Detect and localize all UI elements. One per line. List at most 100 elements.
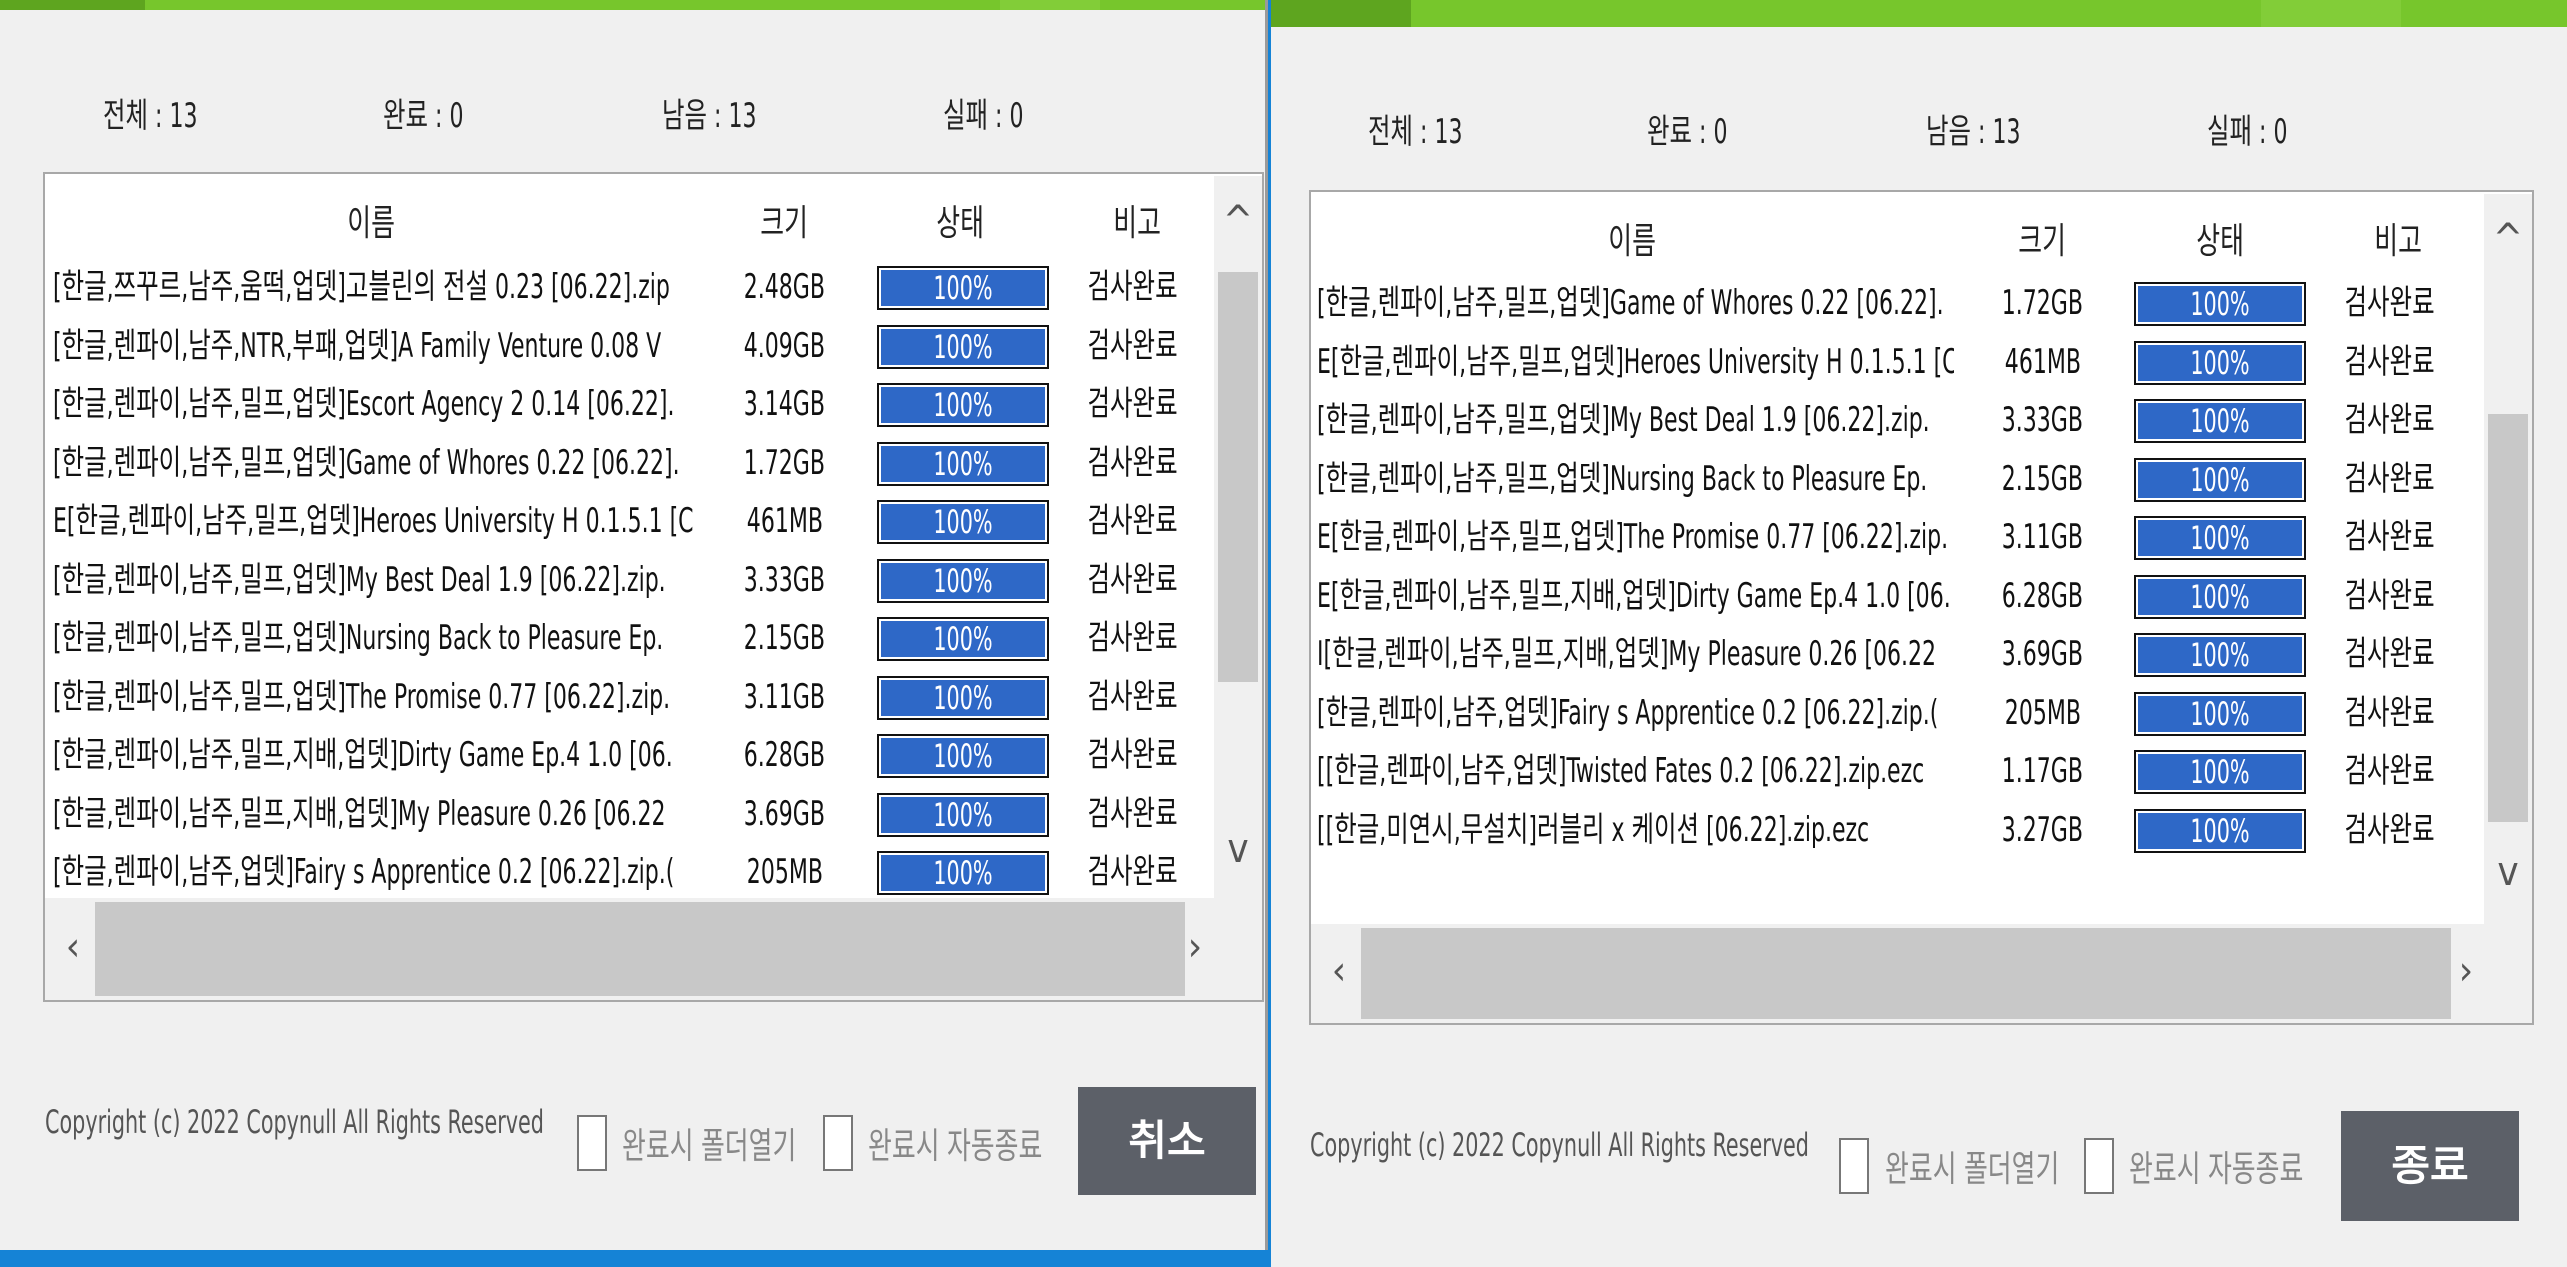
horizontal-scrollbar[interactable]: ‹ › <box>1311 924 2532 1023</box>
progress-percent: 100% <box>933 327 993 366</box>
file-row[interactable]: [[한글,렌파이,남주,업뎃]Twisted Fates 0.2 [06.22]… <box>1311 742 2484 800</box>
file-note: 검사완료 <box>2344 400 2435 440</box>
title-bar[interactable] <box>1271 0 2567 27</box>
file-row[interactable]: [한글,렌파이,남주,밀프,업뎃]Nursing Back to Pleasur… <box>45 609 1214 667</box>
column-header-size[interactable]: 크기 <box>697 194 872 246</box>
vertical-scroll-thumb[interactable] <box>1218 272 1258 682</box>
file-row[interactable]: E[한글,렌파이,남주,밀프,업뎃]Heroes University H 0.… <box>1311 333 2484 391</box>
progress-bar: 100% <box>2134 340 2306 385</box>
file-size: 2.15GB <box>743 618 826 658</box>
chevron-right-icon[interactable]: › <box>2446 948 2486 994</box>
file-row[interactable]: [한글,렌파이,남주,업뎃]Fairy s Apprentice 0.2 [06… <box>45 843 1214 901</box>
file-row[interactable]: [한글,렌파이,남주,NTR,부패,업뎃]A Family Venture 0.… <box>45 317 1214 375</box>
file-row[interactable]: [한글,렌파이,남주,밀프,업뎃]My Best Deal 1.9 [06.22… <box>1311 391 2484 449</box>
auto-exit-checkbox[interactable] <box>2084 1138 2114 1194</box>
progress-percent: 100% <box>2190 402 2250 440</box>
progress-percent: 100% <box>2190 811 2250 850</box>
file-row[interactable]: [한글,렌파이,남주,밀프,업뎃]Nursing Back to Pleasur… <box>1311 450 2484 508</box>
file-size: 3.33GB <box>743 559 826 600</box>
open-folder-checkbox[interactable] <box>577 1115 607 1171</box>
title-bar[interactable] <box>0 0 1265 10</box>
stat-failed: 실패 : 0 <box>2207 112 2288 152</box>
open-folder-label[interactable]: 완료시 폴더열기 <box>1885 1140 2059 1192</box>
file-note: 검사완료 <box>2344 341 2435 382</box>
progress-bar: 100% <box>2134 516 2306 560</box>
progress-bar: 100% <box>877 851 1049 895</box>
column-header-size[interactable]: 크기 <box>1954 212 2131 264</box>
vertical-scrollbar[interactable]: ^ v <box>1214 176 1262 898</box>
stat-remaining: 남음 : 13 <box>1926 112 2021 152</box>
auto-exit-label[interactable]: 완료시 자동종료 <box>868 1117 1042 1169</box>
file-size: 2.15GB <box>2001 458 2084 499</box>
chevron-down-icon[interactable]: v <box>1214 826 1262 872</box>
file-name: [한글,렌파이,남주,밀프,업뎃]Game of Whores 0.22 [06… <box>53 442 680 483</box>
desktop-background <box>0 1250 1268 1267</box>
progress-percent: 100% <box>933 737 993 775</box>
file-row[interactable]: [[한글,미연시,무설치]러블리 x 케이션 [06.22].zip.ezc 3.… <box>1311 801 2484 859</box>
file-name: [한글,렌파이,남주,밀프,업뎃]My Best Deal 1.9 [06.22… <box>1317 400 1930 440</box>
open-folder-label[interactable]: 완료시 폴더열기 <box>622 1117 796 1169</box>
chevron-down-icon[interactable]: v <box>2484 849 2532 895</box>
chevron-left-icon[interactable]: ‹ <box>1319 948 1359 994</box>
chevron-up-icon[interactable]: ^ <box>1214 198 1262 244</box>
file-row[interactable]: [한글,렌파이,남주,밀프,지배,업뎃]Dirty Game Ep.4 1.0 … <box>45 726 1214 784</box>
close-button[interactable]: 종료 <box>2341 1111 2519 1221</box>
file-row[interactable]: [한글,렌파이,남주,밀프,업뎃]The Promise 0.77 [06.22… <box>45 668 1214 726</box>
file-row[interactable]: E[한글,렌파이,남주,밀프,업뎃]Heroes University H 0.… <box>45 492 1214 550</box>
stat-total: 전체 : 13 <box>103 96 198 136</box>
file-name: [한글,렌파이,남주,밀프,지배,업뎃]My Pleasure 0.26 [06… <box>53 793 666 834</box>
file-name: [[한글,렌파이,남주,업뎃]Twisted Fates 0.2 [06.22]… <box>1317 751 1925 791</box>
file-row[interactable]: I[한글,렌파이,남주,밀프,지배,업뎃]My Pleasure 0.26 [0… <box>1311 625 2484 683</box>
horizontal-scroll-thumb[interactable] <box>1361 928 2451 1019</box>
file-row[interactable]: [한글,렌파이,남주,밀프,업뎃]My Best Deal 1.9 [06.22… <box>45 551 1214 609</box>
file-note: 검사완료 <box>2344 517 2435 557</box>
progress-bar: 100% <box>877 617 1049 661</box>
column-header-status[interactable]: 상태 <box>872 194 1049 246</box>
auto-exit-checkbox[interactable] <box>823 1115 853 1171</box>
stat-remaining: 남음 : 13 <box>662 96 757 136</box>
column-header-name[interactable]: 이름 <box>1311 212 1954 264</box>
file-note: 검사완료 <box>1087 559 1178 600</box>
file-row[interactable]: E[한글,렌파이,남주,밀프,지배,업뎃]Dirty Game Ep.4 1.0… <box>1311 567 2484 625</box>
chevron-up-icon[interactable]: ^ <box>2484 216 2532 262</box>
cancel-button[interactable]: 취소 <box>1078 1087 1256 1195</box>
file-note: 검사완료 <box>2344 575 2435 616</box>
vertical-scroll-thumb[interactable] <box>2488 414 2528 822</box>
progress-bar: 100% <box>877 500 1049 544</box>
file-note: 검사완료 <box>2344 809 2435 850</box>
file-row[interactable]: E[한글,렌파이,남주,밀프,업뎃]The Promise 0.77 [06.2… <box>1311 508 2484 566</box>
file-note: 검사완료 <box>2344 458 2435 499</box>
column-header-note[interactable]: 비고 <box>1049 194 1226 246</box>
file-list[interactable]: 이름 크기 상태 비고 [한글,렌파이,남주,밀프,업뎃]Game of Who… <box>1309 190 2534 1025</box>
horizontal-scroll-thumb[interactable] <box>95 902 1185 996</box>
file-name: [한글,렌파이,남주,밀프,업뎃]Nursing Back to Pleasur… <box>1317 458 1928 499</box>
progress-percent: 100% <box>2190 285 2250 323</box>
file-note: 검사완료 <box>1087 676 1178 717</box>
horizontal-scrollbar[interactable]: ‹ › <box>45 898 1262 1000</box>
file-size: 1.17GB <box>2001 751 2084 791</box>
file-name: [한글,렌파이,남주,업뎃]Fairy s Apprentice 0.2 [06… <box>1317 692 1939 733</box>
chevron-right-icon[interactable]: › <box>1175 924 1215 970</box>
file-list[interactable]: 이름 크기 상태 비고 [한글,쯔꾸르,남주,움떡,업뎃]고블린의 전설 0.2… <box>43 172 1264 1002</box>
column-header-note[interactable]: 비고 <box>2309 212 2487 264</box>
file-row[interactable]: [한글,렌파이,남주,업뎃]Fairy s Apprentice 0.2 [06… <box>1311 684 2484 742</box>
auto-exit-label[interactable]: 완료시 자동종료 <box>2129 1140 2303 1192</box>
column-header-status[interactable]: 상태 <box>2131 212 2309 264</box>
file-note: 검사완료 <box>1087 852 1178 892</box>
file-note: 검사완료 <box>2344 634 2435 674</box>
vertical-scrollbar[interactable]: ^ v <box>2484 194 2532 924</box>
file-row[interactable]: [한글,렌파이,남주,밀프,업뎃]Escort Agency 2 0.14 [0… <box>45 375 1214 433</box>
file-name: [한글,렌파이,남주,밀프,지배,업뎃]Dirty Game Ep.4 1.0 … <box>53 735 673 775</box>
file-note: 검사완료 <box>1087 793 1178 834</box>
file-row[interactable]: [한글,렌파이,남주,밀프,업뎃]Game of Whores 0.22 [06… <box>45 434 1214 492</box>
column-header-name[interactable]: 이름 <box>45 194 697 246</box>
chevron-left-icon[interactable]: ‹ <box>53 924 93 970</box>
progress-bar: 100% <box>877 441 1049 486</box>
open-folder-checkbox[interactable] <box>1839 1138 1869 1194</box>
progress-bar: 100% <box>877 792 1049 837</box>
progress-percent: 100% <box>2190 519 2250 557</box>
file-row[interactable]: [한글,렌파이,남주,밀프,지배,업뎃]My Pleasure 0.26 [06… <box>45 785 1214 843</box>
file-row[interactable]: [한글,쯔꾸르,남주,움떡,업뎃]고블린의 전설 0.23 [06.22].zi… <box>45 258 1214 316</box>
stat-failed: 실패 : 0 <box>943 96 1024 136</box>
file-row[interactable]: [한글,렌파이,남주,밀프,업뎃]Game of Whores 0.22 [06… <box>1311 274 2484 332</box>
